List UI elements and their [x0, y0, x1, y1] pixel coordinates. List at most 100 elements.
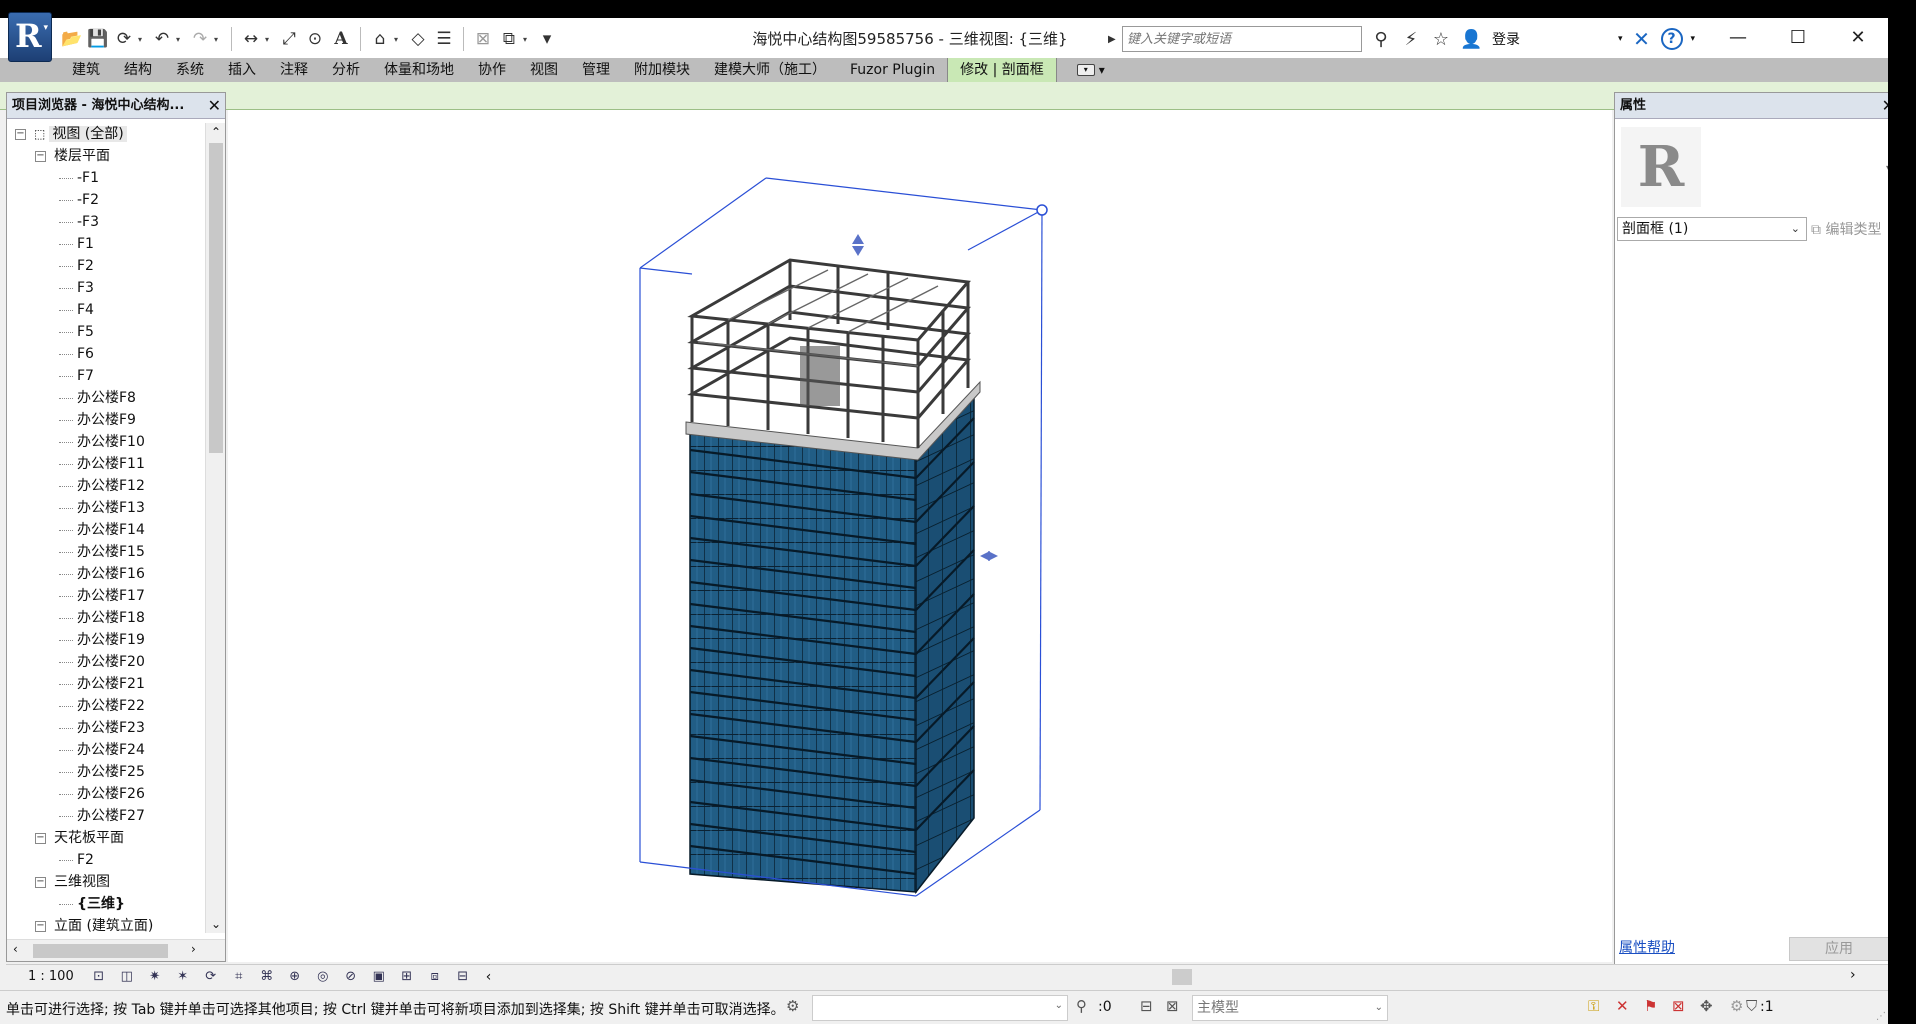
tree-item-floor-plan[interactable]: 办公楼F9: [7, 409, 205, 431]
thin-lines-icon[interactable]: ☰: [432, 26, 456, 52]
worksets-icon[interactable]: ⚙: [786, 997, 799, 1015]
temporary-hide-icon[interactable]: ◎: [312, 968, 334, 986]
redo-icon[interactable]: ↷: [188, 26, 212, 52]
tree-item-floor-plan[interactable]: 办公楼F8: [7, 387, 205, 409]
aligned-dimension-icon[interactable]: ⤢: [277, 26, 301, 52]
tree-item-floor-plan[interactable]: 办公楼F18: [7, 607, 205, 629]
tree-item-floor-plan[interactable]: 办公楼F12: [7, 475, 205, 497]
tree-node-3d-views[interactable]: − 三维视图: [7, 871, 205, 893]
ribbon-tab-13[interactable]: 修改 | 剖面框: [947, 58, 1057, 82]
tree-item-floor-plan[interactable]: 办公楼F16: [7, 563, 205, 585]
ribbon-tab-1[interactable]: 结构: [112, 58, 164, 82]
tree-item-floor-plan[interactable]: 办公楼F23: [7, 717, 205, 739]
chevron-down-icon[interactable]: ▾: [214, 26, 224, 52]
browser-horizontal-scrollbar[interactable]: ‹ ›: [7, 939, 225, 961]
design-options-icon[interactable]: ⊟: [1140, 997, 1153, 1015]
ribbon-tab-2[interactable]: 系统: [164, 58, 216, 82]
ribbon-tab-0[interactable]: 建筑: [60, 58, 112, 82]
ribbon-tab-11[interactable]: 建模大师（施工）: [702, 58, 838, 82]
chevron-right-icon[interactable]: ›: [191, 942, 196, 956]
editable-only-icon[interactable]: ⚲: [1076, 997, 1087, 1015]
ribbon-tab-9[interactable]: 管理: [570, 58, 622, 82]
tree-item-floor-plan[interactable]: -F1: [7, 167, 205, 189]
tree-item-floor-plan[interactable]: F2: [7, 255, 205, 277]
tree-item-floor-plan[interactable]: 办公楼F10: [7, 431, 205, 453]
tree-item-floor-plan[interactable]: 办公楼F21: [7, 673, 205, 695]
collapse-icon[interactable]: −: [15, 128, 26, 140]
resize-grip-icon[interactable]: ⋰: [1876, 1011, 1886, 1022]
crop-region-icon[interactable]: ⌘: [256, 968, 278, 986]
minimize-button[interactable]: —: [1708, 18, 1768, 56]
collapse-icon[interactable]: −: [35, 920, 46, 932]
3d-view-canvas[interactable]: [228, 110, 1612, 962]
ribbon-tab-7[interactable]: 协作: [466, 58, 518, 82]
tree-item-floor-plan[interactable]: 办公楼F15: [7, 541, 205, 563]
chevron-down-icon[interactable]: ▾: [1691, 34, 1696, 44]
tree-item-floor-plan[interactable]: F1: [7, 233, 205, 255]
tree-item-floor-plan[interactable]: 办公楼F19: [7, 629, 205, 651]
section-box-grip-right-in[interactable]: [980, 551, 990, 561]
minimize-ribbon-icon[interactable]: ▾: [1076, 64, 1095, 76]
expand-search-icon[interactable]: ▶: [1108, 34, 1122, 45]
login-link[interactable]: 登录: [1492, 29, 1520, 49]
tree-item-floor-plan[interactable]: -F3: [7, 211, 205, 233]
open-icon[interactable]: 📂: [60, 26, 84, 52]
tree-item-floor-plan[interactable]: F3: [7, 277, 205, 299]
tree-item-floor-plan[interactable]: 办公楼F11: [7, 453, 205, 475]
tree-item-floor-plan[interactable]: -F2: [7, 189, 205, 211]
tree-item-3d-default[interactable]: {三维}: [7, 893, 205, 915]
tag-icon[interactable]: ⊙: [303, 26, 327, 52]
workset-selector[interactable]: ⌄: [812, 995, 1068, 1021]
star-icon[interactable]: ☆: [1430, 29, 1452, 50]
sync-icon[interactable]: ⟳: [112, 26, 136, 52]
sun-path-icon[interactable]: ✷: [144, 968, 166, 986]
crop-view-icon[interactable]: ⌗: [228, 968, 250, 986]
shadows-icon[interactable]: ✶: [172, 968, 194, 986]
select-links-icon[interactable]: ⚿: [1588, 997, 1599, 1015]
tree-item-floor-plan[interactable]: 办公楼F13: [7, 497, 205, 519]
collapse-icon[interactable]: −: [35, 876, 46, 888]
section-box-grip-top[interactable]: [852, 234, 864, 244]
scroll-thumb[interactable]: [33, 944, 168, 958]
chevron-down-icon[interactable]: ▾: [1099, 63, 1105, 77]
active-model-icon[interactable]: ⊠: [1166, 997, 1179, 1015]
collapse-icon[interactable]: −: [35, 150, 46, 162]
detail-level-icon[interactable]: ⊡: [88, 968, 110, 986]
ribbon-display-toggle[interactable]: ▾ ▾: [1076, 58, 1105, 82]
lock-view-icon[interactable]: ⊕: [284, 968, 306, 986]
reveal-hidden-icon[interactable]: ⊘: [340, 968, 362, 986]
chevron-down-icon[interactable]: ▾: [523, 26, 533, 52]
select-underlay-icon[interactable]: ✕: [1616, 997, 1629, 1015]
ribbon-tab-3[interactable]: 插入: [216, 58, 268, 82]
background-processes-icon[interactable]: ⚙: [1730, 997, 1743, 1015]
customize-toolbar-icon[interactable]: ▾: [535, 26, 559, 52]
select-by-face-icon[interactable]: ⊠: [1672, 997, 1685, 1015]
building-model[interactable]: [228, 110, 1612, 962]
text-icon[interactable]: A: [329, 26, 353, 52]
ribbon-tab-12[interactable]: Fuzor Plugin: [838, 58, 947, 82]
collapse-icon[interactable]: −: [35, 832, 46, 844]
binoculars-icon[interactable]: ⚲: [1370, 29, 1392, 50]
tree-node-ceiling-plans[interactable]: − 天花板平面: [7, 827, 205, 849]
ribbon-tab-5[interactable]: 分析: [320, 58, 372, 82]
tree-item-floor-plan[interactable]: F4: [7, 299, 205, 321]
visual-style-icon[interactable]: ◫: [116, 968, 138, 986]
chevron-down-icon[interactable]: ▾: [138, 26, 148, 52]
application-menu-button[interactable]: R ▾: [8, 12, 52, 62]
apply-button[interactable]: 应用: [1789, 937, 1889, 961]
ribbon-tab-8[interactable]: 视图: [518, 58, 570, 82]
analytical-model-icon[interactable]: ⧈: [424, 968, 446, 986]
active-model-selector[interactable]: 主模型 ⌄: [1192, 995, 1388, 1021]
measure-icon[interactable]: ↔: [239, 26, 263, 52]
select-pinned-icon[interactable]: ⚑: [1644, 997, 1657, 1015]
view-scale[interactable]: 1 : 100: [28, 969, 74, 984]
ribbon-tab-6[interactable]: 体量和场地: [372, 58, 466, 82]
section-icon[interactable]: ◇: [406, 26, 430, 52]
chevron-down-icon[interactable]: ▾: [1618, 34, 1623, 44]
tree-node-elevations[interactable]: − 立面 (建筑立面): [7, 915, 205, 933]
help-icon[interactable]: ?: [1660, 28, 1683, 50]
section-box-rotate-grip[interactable]: [1036, 204, 1048, 216]
chevron-left-icon[interactable]: ‹: [13, 942, 18, 956]
tree-item-floor-plan[interactable]: 办公楼F14: [7, 519, 205, 541]
switch-windows-icon[interactable]: ⧉: [497, 26, 521, 52]
